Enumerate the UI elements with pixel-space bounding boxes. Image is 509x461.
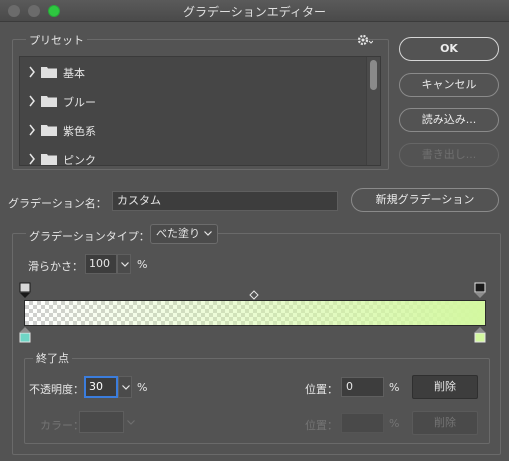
preset-folder[interactable]: 紫色系 — [20, 115, 380, 144]
gear-icon[interactable] — [357, 33, 373, 47]
title-bar: グラデーションエディター — [0, 0, 509, 22]
opacity-unit: % — [137, 381, 148, 394]
opacity-input[interactable]: 30 — [84, 376, 118, 398]
opacity-label: 不透明度： — [29, 383, 84, 396]
folder-icon — [41, 154, 57, 165]
preset-folder-label: ブルー — [63, 96, 96, 109]
opacity-location-unit: % — [389, 381, 400, 394]
chevron-down-icon — [122, 385, 130, 390]
opacity-location-input[interactable]: 0 — [341, 377, 384, 397]
color-location-unit: % — [389, 417, 400, 430]
gradient-preview-bar[interactable] — [24, 300, 486, 326]
folder-icon — [41, 67, 57, 78]
load-button[interactable]: 読み込み... — [399, 108, 499, 132]
preset-folder[interactable]: ピンク — [20, 144, 380, 166]
gradient-type-label: グラデーションタイプ： — [26, 228, 153, 244]
color-location-input[interactable] — [341, 413, 384, 433]
folder-icon — [41, 125, 57, 136]
preset-folder-label: 基本 — [63, 67, 85, 80]
chevron-down-icon — [121, 262, 129, 267]
color-swatch[interactable] — [79, 411, 124, 433]
smoothness-dropdown[interactable] — [117, 254, 131, 274]
gradient-type-select[interactable]: べた塗り — [150, 224, 218, 244]
smoothness-input[interactable]: 100 — [85, 254, 117, 274]
opacity-stop-right[interactable] — [474, 282, 486, 298]
color-stop-left[interactable] — [19, 327, 31, 343]
preset-folder-label: 紫色系 — [63, 125, 96, 138]
scrollbar-thumb[interactable] — [370, 60, 377, 90]
gradient-name-label: グラデーション名： — [8, 197, 107, 210]
color-delete-button[interactable]: 削除 — [412, 411, 478, 435]
chevron-right-icon[interactable] — [28, 153, 36, 165]
gradient-name-input[interactable]: カスタム — [112, 191, 338, 211]
opacity-delete-button[interactable]: 削除 — [412, 375, 478, 399]
chevron-right-icon[interactable] — [28, 124, 36, 136]
presets-legend: プリセット — [26, 32, 87, 48]
smoothness-label: 滑らかさ： — [28, 260, 83, 273]
chevron-down-icon — [127, 420, 135, 425]
color-location-label: 位置： — [305, 419, 338, 432]
opacity-location-label: 位置： — [305, 383, 338, 396]
midpoint-diamond-icon[interactable] — [249, 290, 259, 300]
chevron-down-icon — [204, 231, 212, 236]
export-button[interactable]: 書き出し... — [399, 143, 499, 167]
opacity-dropdown[interactable] — [118, 376, 132, 398]
smoothness-unit: % — [137, 258, 148, 271]
stops-legend: 終了点 — [33, 350, 72, 366]
new-gradient-button[interactable]: 新規グラデーション — [351, 188, 499, 212]
preset-folder[interactable]: ブルー — [20, 86, 380, 115]
gradient-type-value: べた塗り — [156, 227, 200, 240]
color-label: カラー： — [40, 419, 84, 432]
window-title: グラデーションエディター — [183, 5, 326, 19]
cancel-button[interactable]: キャンセル — [399, 73, 499, 97]
preset-folder[interactable]: 基本 — [20, 57, 380, 86]
opacity-stop-left[interactable] — [19, 282, 31, 298]
folder-icon — [41, 96, 57, 107]
chevron-right-icon[interactable] — [28, 66, 36, 78]
chevron-right-icon[interactable] — [28, 95, 36, 107]
preset-scrollbar[interactable] — [366, 57, 380, 165]
color-stop-right[interactable] — [474, 327, 486, 343]
ok-button[interactable]: OK — [399, 37, 499, 61]
preset-folder-label: ピンク — [63, 154, 96, 166]
preset-list[interactable]: 基本 ブルー 紫色系 ピンク — [19, 56, 381, 166]
